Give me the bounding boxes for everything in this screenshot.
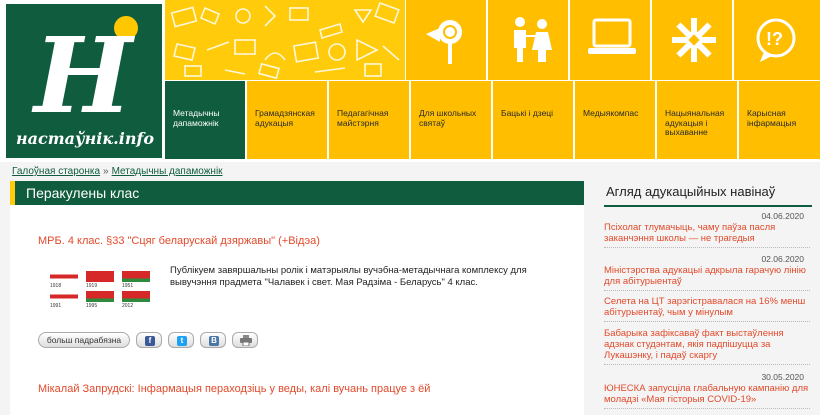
flag-1995: [86, 291, 114, 302]
breadcrumb-separator: »: [103, 166, 109, 177]
breadcrumb-current[interactable]: Метадычны дапаможнік: [112, 166, 223, 177]
flag-caption-1918: 1918: [50, 283, 62, 289]
section-title: Перакулены клас: [26, 185, 140, 201]
news-item[interactable]: Селета на ЦТ зарэгістравалася на 16% мен…: [604, 296, 810, 322]
twitter-icon: t: [177, 336, 187, 346]
flag-caption-1919: 1919: [86, 283, 98, 289]
sidebar-title: Агляд адукацыйных навінаў: [606, 184, 776, 199]
flag-1919: [86, 271, 114, 282]
print-icon: [240, 335, 252, 346]
flag-2012: [122, 291, 150, 302]
share-twitter-button[interactable]: t: [168, 332, 194, 348]
section-accent: [10, 181, 15, 205]
section-header: Перакулены клас: [10, 181, 584, 205]
main-nav: Метадычны дапаможнік Грамадзянская адука…: [165, 81, 820, 159]
news-date: 04.06.2020: [761, 211, 804, 221]
site-header: Н настаўнік.info !? Метадычны дапаможнік…: [0, 0, 820, 162]
tile-family[interactable]: [488, 0, 568, 80]
flag-caption-2012: 2012: [122, 303, 134, 309]
article-excerpt: Публікуем завяршальны ролік і матэрыялы …: [170, 265, 527, 288]
vk-icon: B: [209, 336, 219, 346]
logo-letter: Н: [34, 14, 133, 137]
site-logo[interactable]: Н настаўнік.info: [6, 4, 162, 158]
news-date: 02.06.2020: [761, 254, 804, 264]
lollipop-icon: [426, 20, 462, 64]
article-title-link-2[interactable]: Мікалай Запрудскі: Інфармацыя пераходзіц…: [38, 383, 430, 395]
header-tiles: !?: [405, 0, 820, 80]
news-item[interactable]: Бабарыка зафіксаваў факт выстаўлення адз…: [604, 328, 810, 365]
nav-item-gramadzianskaja[interactable]: Грамадзянская адукацыя: [247, 81, 327, 159]
news-item[interactable]: Псіхолаг тлумачыць, чаму паўза пасля зак…: [604, 222, 810, 248]
main-content: Перакулены клас МРБ. 4 клас. §33 "Сцяг б…: [10, 181, 584, 415]
breadcrumb: Галоўная старонка» Метадычны дапаможнік: [12, 166, 223, 177]
share-vk-button[interactable]: B: [200, 332, 226, 348]
logo-site-name: настаўнік.info: [15, 129, 155, 148]
facebook-icon: f: [145, 336, 155, 346]
flag-caption-1995: 1995: [86, 303, 98, 309]
nav-item-natsyjanalnaja[interactable]: Нацыянальная адукацыя і выхаванне: [657, 81, 737, 159]
tile-ornament[interactable]: [652, 0, 732, 80]
nav-item-mediakompas[interactable]: Медыякомпас: [575, 81, 655, 159]
tile-question[interactable]: !?: [734, 0, 820, 80]
question-bubble-icon: !?: [756, 18, 796, 62]
tile-laptop[interactable]: [570, 0, 650, 80]
school-doodles-icon: [170, 1, 400, 80]
flag-caption-1991: 1991: [50, 303, 62, 309]
article-thumbnail[interactable]: 1918 1919 1951 1991 1995 2012: [50, 269, 156, 321]
article-title-link[interactable]: МРБ. 4 клас. §33 "Сцяг беларускай дзяржа…: [38, 235, 320, 247]
nav-item-metadychny[interactable]: Метадычны дапаможнік: [165, 81, 245, 159]
breadcrumb-home[interactable]: Галоўная старонка: [12, 166, 100, 177]
sidebar-divider: [604, 205, 812, 207]
news-item[interactable]: Міністэрства адукацыі адкрыла гарачую лі…: [604, 265, 810, 291]
flag-1991: [50, 291, 78, 302]
header-pattern: [165, 0, 405, 80]
news-date: 30.05.2020: [761, 372, 804, 382]
nav-item-pedagagichnaja[interactable]: Педагагічная майстэрня: [329, 81, 409, 159]
share-facebook-button[interactable]: f: [136, 332, 162, 348]
laptop-icon: [588, 18, 636, 54]
ornament-star-icon: [672, 18, 716, 62]
family-icon: [514, 17, 552, 62]
nav-item-sviaty[interactable]: Для школьных святаў: [411, 81, 491, 159]
read-more-button[interactable]: больш падрабязна: [38, 332, 130, 348]
print-button[interactable]: [232, 332, 258, 348]
tile-lollipop[interactable]: [406, 0, 486, 80]
flag-1951: [122, 271, 150, 282]
news-item[interactable]: ЮНЕСКА запусціла глабальную кампанію для…: [604, 383, 810, 409]
nav-item-karysnaja[interactable]: Карысная інфармацыя: [739, 81, 820, 159]
nav-item-batski[interactable]: Бацькі і дзеці: [493, 81, 573, 159]
flag-1918: [50, 271, 78, 282]
flag-caption-1951: 1951: [122, 283, 134, 289]
svg-text:!?: !?: [766, 29, 783, 49]
